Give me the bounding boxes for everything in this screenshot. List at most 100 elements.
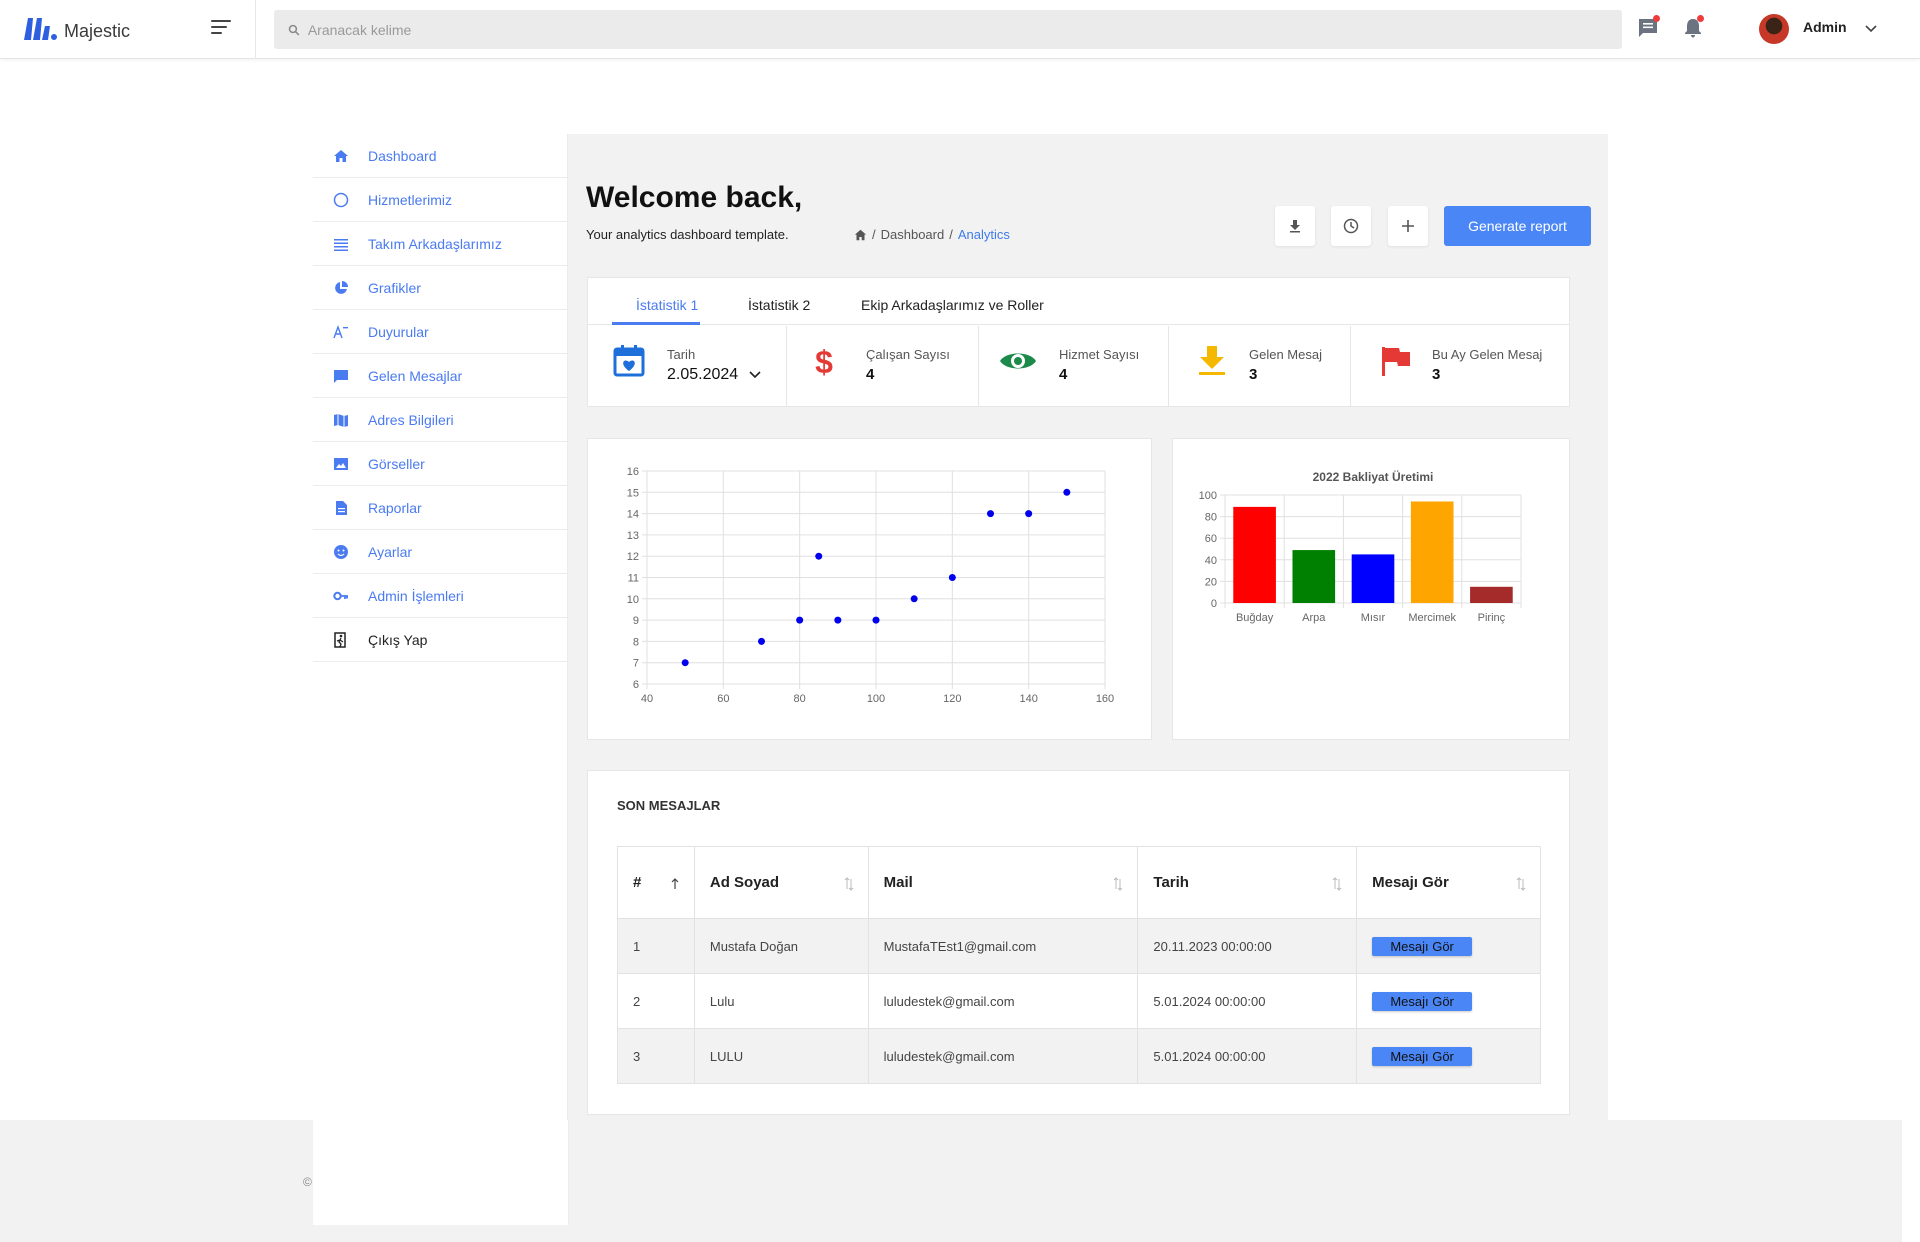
sidebar-item-label: Görseller	[368, 456, 425, 472]
image-icon	[334, 458, 348, 470]
column-label: Mesajı Gör	[1372, 874, 1449, 891]
column-label: #	[633, 874, 642, 891]
history-button[interactable]	[1331, 206, 1371, 246]
cell-mail: MustafaTEst1@gmail.com	[867, 918, 1139, 974]
dollar-icon: $	[815, 344, 833, 378]
flag-icon	[1382, 347, 1410, 376]
messages-icon[interactable]	[1636, 15, 1660, 40]
sidebar-item-gorseller[interactable]: Görseller	[313, 442, 567, 486]
view-message-button[interactable]: Mesajı Gör	[1372, 1046, 1473, 1066]
x-tick-label: 40	[641, 693, 653, 705]
date-value: 2.05.2024	[667, 366, 739, 383]
x-tick-label: 100	[867, 693, 885, 705]
tab-istatistik-2[interactable]: İstatistik 2	[748, 297, 810, 313]
x-tick-label: Buğday	[1236, 612, 1274, 624]
sidebar-item-label: Gelen Mesajlar	[368, 368, 463, 384]
notifications-bell-icon[interactable]	[1681, 15, 1705, 40]
cell-mail: luludestek@gmail.com	[867, 1028, 1139, 1084]
column-header-date[interactable]: Tarih	[1137, 846, 1358, 919]
sort-icon	[1114, 877, 1123, 891]
breadcrumb-dashboard[interactable]: Dashboard	[881, 227, 945, 242]
sidebar-item-label: Raporlar	[368, 500, 422, 516]
sidebar-item-label: Duyurular	[368, 324, 429, 340]
column-header-mail[interactable]: Mail	[867, 846, 1139, 919]
tab-ekip-roller[interactable]: Ekip Arkadaşlarımız ve Roller	[861, 297, 1044, 313]
x-tick-label: 80	[794, 693, 806, 705]
x-tick-label: Arpa	[1302, 612, 1326, 624]
y-tick-label: 20	[1205, 576, 1217, 588]
column-header-number[interactable]: #	[617, 846, 695, 919]
sort-icon	[844, 877, 853, 891]
cell-number: 3	[617, 1028, 695, 1084]
cell-action: Mesajı Gör	[1356, 973, 1541, 1029]
brand[interactable]: Majestic	[22, 14, 130, 42]
stat-value: 4	[866, 366, 875, 383]
sidebar-item-gelen-mesajlar[interactable]: Gelen Mesajlar	[313, 354, 567, 398]
bar	[1292, 550, 1336, 603]
sidebar-item-takim[interactable]: Takım Arkadaşlarımız	[313, 222, 567, 266]
sidebar-item-label: Adres Bilgileri	[368, 412, 454, 428]
x-tick-label: 160	[1096, 693, 1114, 705]
sort-icon	[1332, 877, 1342, 891]
sidebar-item-label: Takım Arkadaşlarımız	[368, 236, 502, 252]
clock-icon	[1343, 218, 1359, 234]
stat-label: Tarih	[667, 347, 696, 362]
sidebar-item-label: Admin İşlemleri	[368, 588, 464, 604]
view-message-button[interactable]: Mesajı Gör	[1372, 991, 1473, 1011]
breadcrumb-analytics[interactable]: Analytics	[958, 227, 1010, 242]
download-icon	[1290, 220, 1300, 233]
stat-label: Çalışan Sayısı	[866, 347, 950, 362]
download-icon	[1199, 346, 1225, 375]
messages-title: SON MESAJLAR	[617, 798, 721, 813]
sidebar-item-cikis[interactable]: Çıkış Yap	[313, 618, 567, 662]
user-menu[interactable]: Admin	[1759, 14, 1877, 44]
sidebar-item-ayarlar[interactable]: Ayarlar	[313, 530, 567, 574]
sidebar-item-dashboard[interactable]: Dashboard	[313, 134, 567, 178]
sidebar-item-raporlar[interactable]: Raporlar	[313, 486, 567, 530]
stat-label: Gelen Mesaj	[1249, 347, 1322, 362]
chevron-down-icon	[1864, 25, 1877, 33]
search-input[interactable]	[307, 21, 1622, 38]
avatar	[1759, 14, 1789, 44]
scatter-point	[872, 616, 880, 624]
sidebar-item-hizmetlerimiz[interactable]: Hizmetlerimiz	[313, 178, 567, 222]
scatter-point	[796, 616, 804, 624]
home-icon[interactable]	[854, 229, 867, 241]
exit-icon	[334, 632, 346, 648]
home-icon	[334, 150, 348, 162]
generate-report-button[interactable]: Generate report	[1444, 206, 1591, 246]
view-message-button[interactable]: Mesajı Gör	[1372, 936, 1473, 956]
plus-icon	[1402, 220, 1414, 232]
cell-number: 2	[617, 973, 695, 1029]
sidebar-item-adres[interactable]: Adres Bilgileri	[313, 398, 567, 442]
download-button[interactable]	[1275, 206, 1315, 246]
tab-istatistik-1[interactable]: İstatistik 1	[636, 297, 698, 313]
table-header-row: # Ad Soyad Mail Tarih Mesajı Gör	[617, 846, 1541, 919]
bar	[1233, 506, 1276, 603]
sidebar-item-label: Dashboard	[368, 148, 437, 164]
svg-text:$: $	[815, 344, 833, 378]
date-select[interactable]: 2.05.2024	[667, 366, 761, 384]
y-tick-label: 100	[1199, 490, 1217, 502]
scatter-point	[1063, 488, 1071, 496]
brand-name: Majestic	[64, 20, 131, 41]
sidebar-item-duyurular[interactable]: Duyurular	[313, 310, 567, 354]
column-header-view[interactable]: Mesajı Gör	[1356, 846, 1541, 919]
sidebar-toggle-button[interactable]	[211, 20, 231, 36]
table-row: 2 Lulu luludestek@gmail.com 5.01.2024 00…	[617, 973, 1541, 1029]
add-button[interactable]	[1388, 206, 1428, 246]
map-icon	[334, 414, 348, 427]
active-tab-indicator	[612, 322, 700, 325]
column-header-name[interactable]: Ad Soyad	[693, 846, 869, 919]
stat-hizmet-sayisi: Hizmet Sayısı 4	[979, 326, 1169, 407]
bar-chart: 2022 Bakliyat Üretimi 0 20 40 60 80 100 Buğday A…	[1199, 469, 1522, 624]
breadcrumb: / Dashboard / Analytics	[854, 227, 1010, 242]
column-label: Tarih	[1153, 874, 1189, 891]
x-tick-label: 60	[717, 693, 729, 705]
sidebar-item-admin-islemleri[interactable]: Admin İşlemleri	[313, 574, 567, 618]
bar	[1351, 554, 1395, 603]
pie-chart-icon	[335, 281, 348, 294]
sidebar-item-grafikler[interactable]: Grafikler	[313, 266, 567, 310]
y-tick-label: 7	[633, 658, 639, 670]
scatter-point	[758, 637, 765, 645]
